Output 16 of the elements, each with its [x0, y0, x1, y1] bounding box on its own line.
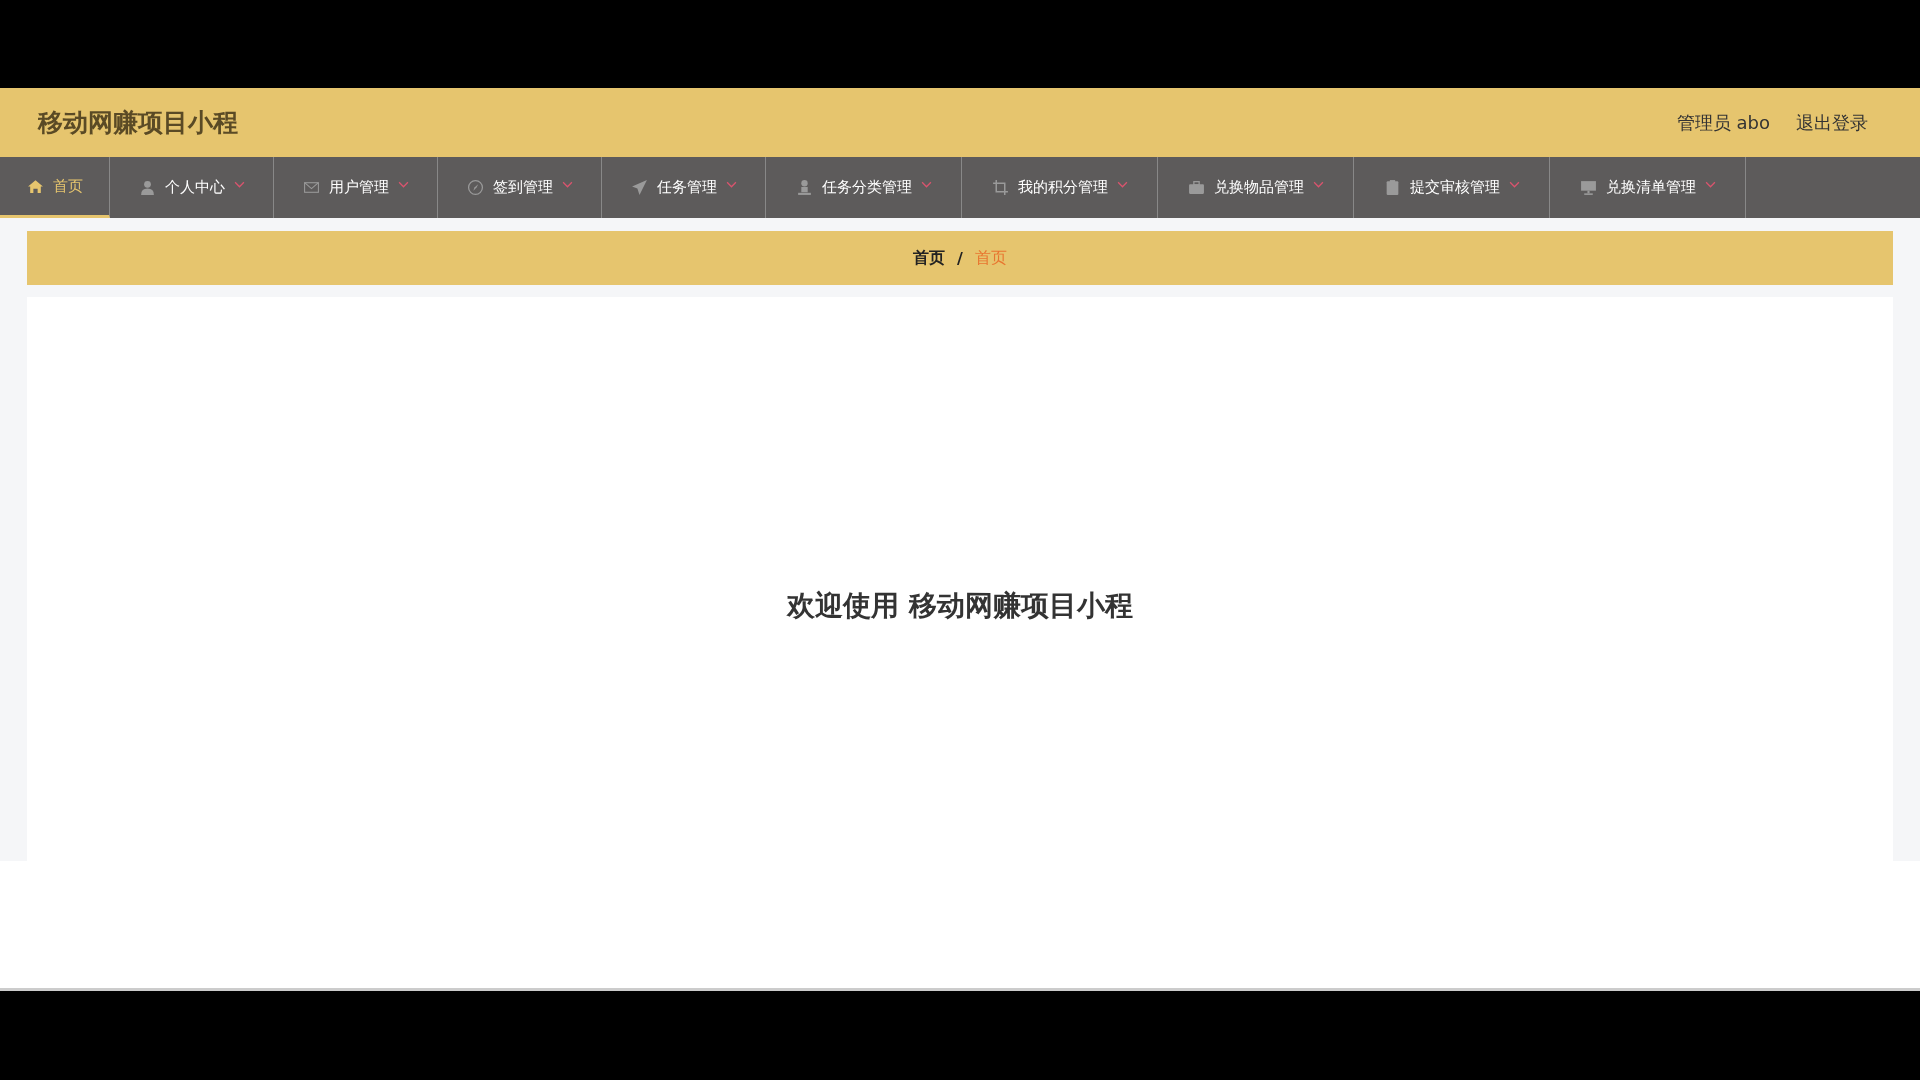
breadcrumb-item: 首页: [974, 247, 1007, 269]
compass-icon: [466, 179, 484, 196]
breadcrumb-item[interactable]: 首页: [913, 247, 946, 269]
envelope-icon: [302, 179, 320, 196]
crop-icon: [991, 179, 1009, 196]
home-icon: [26, 177, 44, 195]
person-icon: [795, 179, 813, 196]
app-title: 移动网赚项目小程: [38, 107, 238, 139]
paper-plane-icon: [630, 179, 648, 196]
briefcase-icon: [1187, 179, 1205, 196]
breadcrumb-separator: /: [957, 248, 963, 268]
user-label: 管理员 abo: [1676, 110, 1770, 135]
user-icon: [138, 179, 156, 196]
logout-link[interactable]: 退出登录: [1796, 110, 1868, 135]
monitor-icon: [1579, 179, 1597, 196]
welcome-heading: 欢迎使用 移动网赚项目小程: [787, 588, 1133, 624]
